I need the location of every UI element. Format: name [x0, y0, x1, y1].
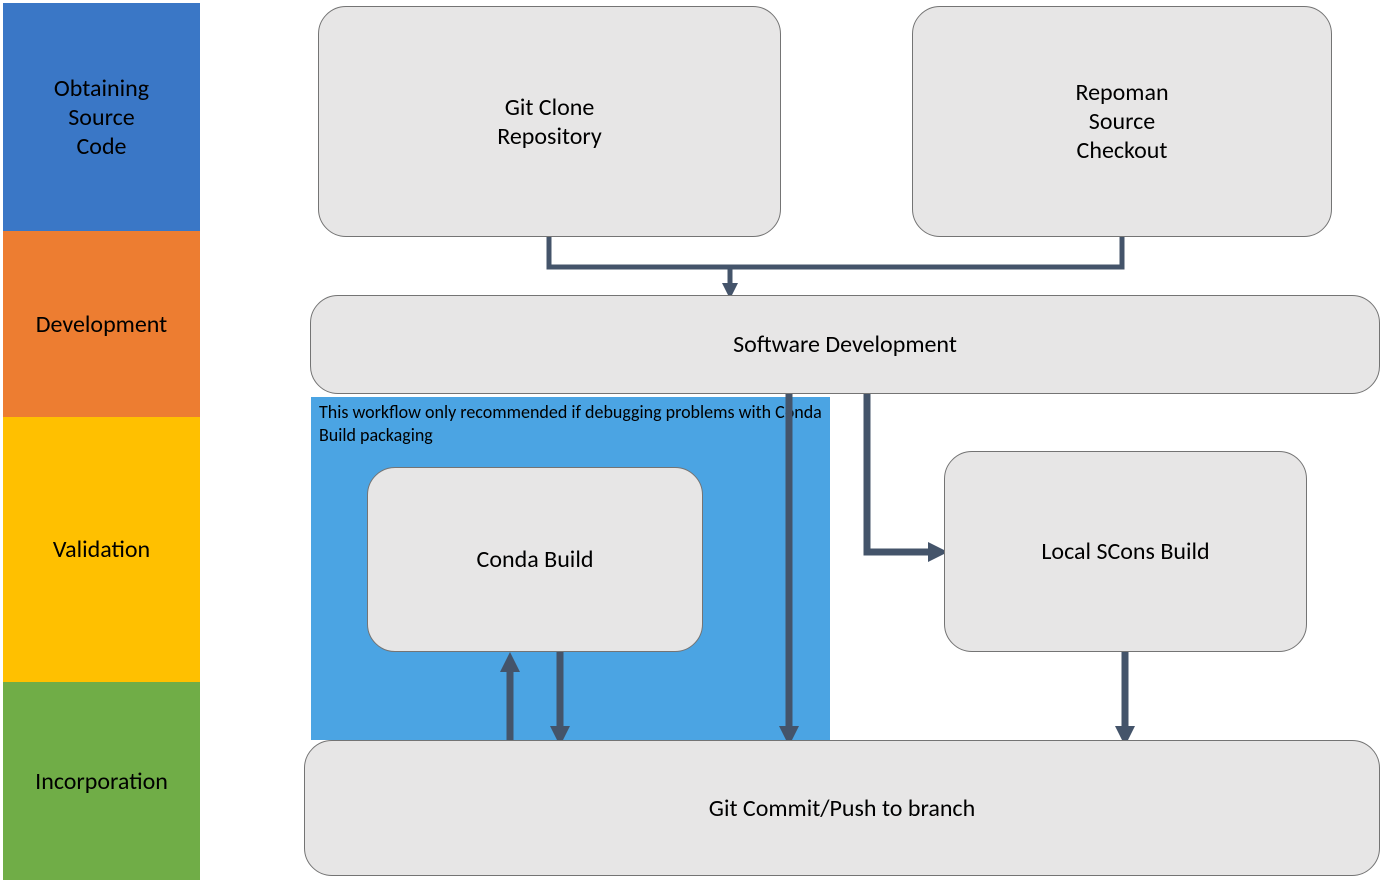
box-label: Conda Build [477, 545, 594, 574]
box-label: Local SCons Build [1041, 537, 1209, 566]
phase-label: Validation [53, 535, 150, 564]
box-label: Git Clone Repository [497, 93, 602, 151]
box-git-clone: Git Clone Repository [318, 6, 781, 237]
arrow-dev-to-scons [867, 394, 938, 552]
box-label: Repoman Source Checkout [1075, 78, 1168, 165]
box-label: Software Development [733, 330, 957, 359]
phase-label: Development [36, 310, 167, 339]
box-git-commit: Git Commit/Push to branch [304, 740, 1380, 876]
phase-label: Obtaining Source Code [54, 74, 149, 161]
phase-obtaining-source: Obtaining Source Code [3, 3, 200, 231]
phase-label: Incorporation [35, 767, 168, 796]
box-software-dev: Software Development [310, 295, 1380, 394]
arrow-clone-and-repoman-to-dev [549, 237, 1122, 291]
box-repoman: Repoman Source Checkout [912, 6, 1332, 237]
callout-text: This workflow only recommended if debugg… [319, 401, 822, 446]
box-conda-build: Conda Build [367, 467, 703, 652]
phase-incorporation: Incorporation [3, 682, 200, 880]
box-label: Git Commit/Push to branch [709, 794, 975, 823]
box-local-scons: Local SCons Build [944, 451, 1307, 652]
phase-development: Development [3, 231, 200, 417]
phase-validation: Validation [3, 417, 200, 682]
